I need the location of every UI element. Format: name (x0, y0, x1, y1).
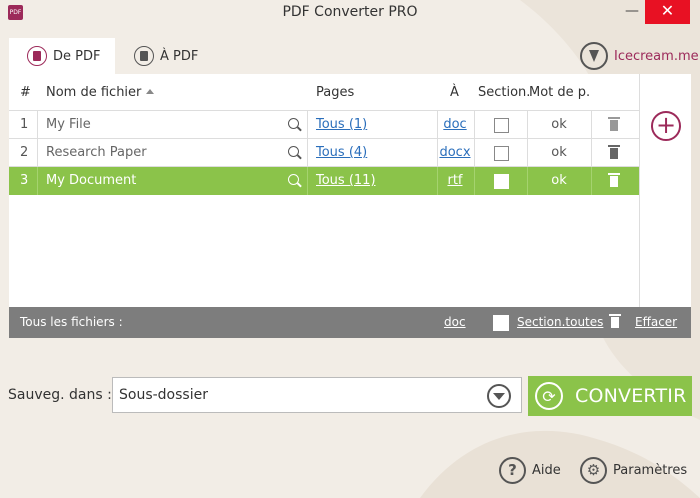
tab-to-pdf[interactable]: À PDF (130, 38, 220, 74)
row-section-checkbox[interactable] (494, 118, 509, 133)
col-sep (307, 167, 308, 195)
row-pages-link[interactable]: Tous (1) (316, 111, 367, 138)
window-title: PDF Converter PRO (282, 4, 418, 20)
col-filename-header[interactable]: Nom de fichier (46, 85, 155, 100)
help-icon: ? (499, 456, 526, 484)
row-pages-link[interactable]: Tous (11) (316, 167, 376, 194)
row-format-link[interactable]: rtf (435, 167, 475, 194)
col-section-header: Section. (478, 85, 531, 100)
trash-icon[interactable] (608, 117, 620, 132)
brand-link[interactable]: Icecream.me (580, 40, 699, 72)
table-row[interactable]: 2 Research Paper Tous (4) docx ok (9, 139, 639, 167)
col-pages-header: Pages (316, 85, 355, 100)
file-list-panel: # Nom de fichier Pages À Section. Mot de… (9, 74, 691, 338)
row-format-link[interactable]: doc (435, 111, 475, 138)
table-row-selected[interactable]: 3 My Document Tous (11) rtf ok (9, 167, 639, 195)
col-sep (591, 111, 592, 139)
add-file-button[interactable]: + (651, 111, 681, 141)
section-all-link[interactable]: Section.toutes (517, 315, 603, 329)
panel-divider (639, 74, 640, 307)
col-sep (591, 167, 592, 195)
clear-all-link[interactable]: Effacer (635, 315, 677, 329)
col-sep (307, 139, 308, 167)
settings-button[interactable]: ⚙ Paramètres (580, 455, 687, 485)
trash-icon[interactable] (608, 145, 620, 160)
col-num-header: # (20, 85, 31, 100)
preview-search-icon[interactable] (288, 174, 299, 185)
to-pdf-icon (134, 46, 154, 66)
row-filename: Research Paper (46, 145, 147, 160)
chevron-down-icon[interactable] (487, 384, 511, 408)
col-sep (474, 167, 475, 195)
row-password-status[interactable]: ok (528, 167, 590, 194)
gear-icon: ⚙ (580, 456, 607, 484)
row-number: 1 (20, 117, 29, 132)
preview-search-icon[interactable] (288, 118, 299, 129)
help-label: Aide (532, 462, 561, 478)
save-in-label: Sauveg. dans : (8, 387, 112, 403)
convert-label: CONVERTIR (575, 385, 687, 407)
row-format-link[interactable]: docx (435, 139, 475, 166)
help-button[interactable]: ? Aide (499, 455, 561, 485)
tab-from-pdf-label: De PDF (53, 48, 101, 64)
col-sep (37, 139, 38, 167)
title-bar: PDF PDF Converter PRO — ✕ (0, 0, 700, 26)
preview-search-icon[interactable] (288, 146, 299, 157)
col-sep (474, 111, 475, 139)
row-password-status[interactable]: ok (528, 139, 590, 166)
settings-label: Paramètres (613, 462, 688, 478)
tab-from-pdf[interactable]: De PDF (9, 38, 115, 74)
row-pages-link[interactable]: Tous (4) (316, 139, 367, 166)
all-files-bar: Tous les fichiers : doc Section.toutes E… (9, 307, 691, 338)
row-number: 3 (20, 173, 29, 188)
table-row[interactable]: 1 My File Tous (1) doc ok (9, 111, 639, 139)
row-filename: My Document (46, 173, 137, 188)
col-password-header: Mot de p. (529, 85, 591, 100)
save-location-value: Sous-dossier (119, 387, 208, 403)
save-location-select[interactable]: Sous-dossier (112, 377, 522, 413)
row-section-checkbox[interactable] (494, 146, 509, 161)
row-filename: My File (46, 117, 91, 132)
col-sep (37, 111, 38, 139)
col-sep (591, 139, 592, 167)
close-button[interactable]: ✕ (645, 0, 690, 24)
convert-button[interactable]: ⟳ CONVERTIR (528, 376, 692, 416)
trash-all-icon[interactable] (609, 314, 621, 329)
refresh-icon: ⟳ (535, 382, 563, 410)
all-files-label: Tous les fichiers : (20, 315, 123, 329)
tab-to-pdf-label: À PDF (160, 48, 199, 64)
sort-asc-icon (146, 89, 155, 94)
col-sep (307, 111, 308, 139)
col-sep (37, 167, 38, 195)
row-number: 2 (20, 145, 29, 160)
table-header: # Nom de fichier Pages À Section. Mot de… (9, 74, 639, 111)
from-pdf-icon (27, 46, 47, 66)
icecream-cone-icon (580, 42, 608, 70)
minimize-button[interactable]: — (620, 0, 644, 24)
all-section-checkbox[interactable] (493, 315, 509, 331)
brand-label: Icecream.me (614, 48, 699, 64)
col-filename-label: Nom de fichier (46, 85, 142, 100)
row-password-status[interactable]: ok (528, 111, 590, 138)
col-to-header: À (450, 85, 459, 100)
col-sep (474, 139, 475, 167)
trash-icon[interactable] (608, 173, 620, 188)
row-section-checkbox[interactable] (494, 174, 509, 189)
all-format-link[interactable]: doc (444, 315, 466, 329)
